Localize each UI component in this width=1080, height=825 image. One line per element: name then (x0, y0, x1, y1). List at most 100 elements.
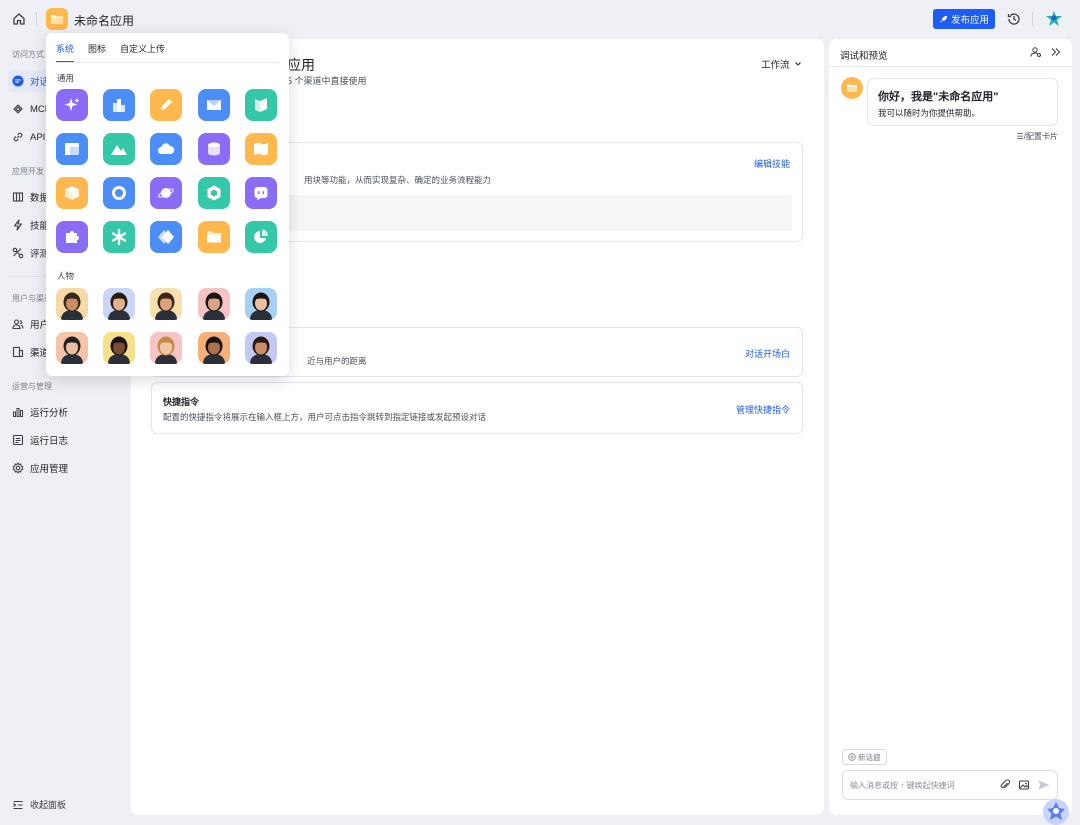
sidebar-item-analytics[interactable]: 运行分析 (8, 401, 124, 423)
image-icon[interactable] (1018, 779, 1030, 791)
publish-label: 发布应用 (950, 15, 989, 26)
person-avatar[interactable] (56, 288, 88, 320)
bar-chart-icon (13, 408, 23, 417)
icon-picker-tabs: 系统 图标 自定义上传 (56, 42, 165, 63)
buildings-icon[interactable] (103, 89, 135, 121)
sidebar-item-label: 应用管理 (30, 464, 69, 475)
stack-icon[interactable] (198, 133, 230, 165)
person-avatar[interactable] (150, 332, 182, 364)
user-settings-icon[interactable] (1030, 46, 1042, 58)
tab-icons[interactable]: 图标 (88, 42, 106, 63)
hexagon-icon[interactable] (198, 177, 230, 209)
divider (56, 62, 279, 63)
cloud-icon[interactable] (150, 133, 182, 165)
opening-remarks-link[interactable]: 对话开场白 (745, 347, 790, 360)
config-card-button[interactable]: ☰/配置卡片 (1017, 131, 1058, 142)
link-icon (13, 132, 23, 142)
sparkle-icon[interactable] (56, 89, 88, 121)
message-input-box (842, 770, 1058, 800)
mail-icon[interactable] (198, 89, 230, 121)
sidebar-item-label: 运行分析 (30, 408, 69, 419)
person-avatar[interactable] (56, 332, 88, 364)
cube-icon[interactable] (56, 177, 88, 209)
mcp-icon (13, 104, 23, 114)
collapse-label: 收起面板 (30, 800, 67, 810)
sidebar-section-title: 运营与管理 (12, 382, 52, 391)
message-input[interactable] (850, 778, 990, 793)
eval-icon (12, 247, 24, 259)
chevron-down-icon (794, 62, 801, 66)
mountain-icon[interactable] (103, 133, 135, 165)
chat-icon (12, 75, 24, 87)
log-icon (12, 434, 24, 446)
group-title-general: 通用 (57, 73, 75, 83)
users-icon (12, 319, 24, 330)
double-chevron-right-icon[interactable] (1050, 46, 1062, 58)
collapse-panel-button[interactable]: 收起面板 (12, 798, 66, 811)
person-avatar[interactable] (103, 332, 135, 364)
pencil-icon[interactable] (150, 89, 182, 121)
diamond-icon[interactable] (150, 221, 182, 253)
paperclip-icon[interactable] (999, 779, 1011, 791)
person-avatar[interactable] (198, 332, 230, 364)
publish-button[interactable]: 发布应用 (933, 9, 995, 29)
planet-icon[interactable] (150, 177, 182, 209)
input-actions (999, 779, 1051, 791)
map-icon[interactable] (245, 133, 277, 165)
tab-custom-upload[interactable]: 自定义上传 (120, 42, 165, 63)
app-title[interactable]: 未命名应用 (74, 12, 134, 29)
sidebar-item-logs[interactable]: 运行日志 (8, 429, 124, 451)
person-avatar[interactable] (245, 332, 277, 364)
shortcut-card-title: 快捷指令 (163, 397, 200, 407)
folder-icon (847, 84, 857, 92)
page-title: 应用 (287, 57, 315, 73)
preview-header: 调试和预览 (829, 39, 1072, 67)
divider (36, 12, 37, 26)
rocket-icon (939, 15, 948, 23)
preview-panel: 调试和预览 你好，我是"未命名应用" 我可以随时为你提供帮助。 ☰/配置卡片 新… (829, 39, 1072, 815)
tab-system[interactable]: 系统 (56, 42, 75, 63)
preview-header-actions (1030, 46, 1062, 58)
gear-icon (12, 462, 24, 474)
config-icon: ☰/ (1016, 132, 1026, 141)
person-avatar[interactable] (103, 288, 135, 320)
config-card-label: 配置卡片 (1026, 132, 1058, 141)
window-icon[interactable] (56, 133, 88, 165)
sidebar-item-app-management[interactable]: 应用管理 (8, 457, 124, 479)
workflow-dropdown[interactable]: 工作流 (761, 57, 802, 71)
sidebar-section-title: 访问方式 (12, 50, 44, 59)
pie-chart-icon[interactable] (245, 221, 277, 253)
plus-circle-icon (848, 753, 856, 761)
asterisk-icon[interactable] (103, 221, 135, 253)
sidebar-item-label: 运行日志 (30, 436, 69, 447)
app-icon[interactable] (46, 8, 68, 30)
new-topic-button[interactable]: 新话题 (842, 749, 887, 765)
bot-avatar (841, 77, 863, 99)
page-subtitle: 5 个渠道中直接使用 (287, 76, 367, 86)
person-avatar[interactable] (245, 288, 277, 320)
collapse-icon (13, 800, 23, 809)
home-icon[interactable] (10, 10, 28, 28)
book-icon[interactable] (245, 89, 277, 121)
sidebar-item-label: API (30, 131, 46, 143)
greeting-text: 我可以随时为你提供帮助。 (878, 108, 981, 118)
history-icon[interactable] (1006, 11, 1022, 27)
group-title-people: 人物 (57, 271, 75, 281)
folder-icon[interactable] (198, 221, 230, 253)
greeting-message: 你好，我是"未命名应用" 我可以随时为你提供帮助。 (867, 78, 1058, 126)
opening-card-description: 近与用户的距离 (307, 356, 367, 366)
user-avatar[interactable] (1043, 8, 1065, 30)
edit-skill-link[interactable]: 编辑技能 (754, 157, 790, 170)
bot-icon[interactable] (245, 177, 277, 209)
puzzle-icon[interactable] (56, 221, 88, 253)
assistant-float-icon[interactable] (1041, 796, 1071, 825)
person-avatar[interactable] (150, 288, 182, 320)
sidebar-section-title: 应用开发 (12, 167, 44, 176)
person-avatar[interactable] (198, 288, 230, 320)
channel-icon (12, 346, 24, 358)
ring-icon[interactable] (103, 177, 135, 209)
database-icon (12, 192, 24, 202)
send-icon[interactable] (1037, 779, 1051, 791)
manage-shortcuts-link[interactable]: 管理快捷指令 (736, 403, 790, 416)
preview-title: 调试和预览 (840, 51, 888, 62)
